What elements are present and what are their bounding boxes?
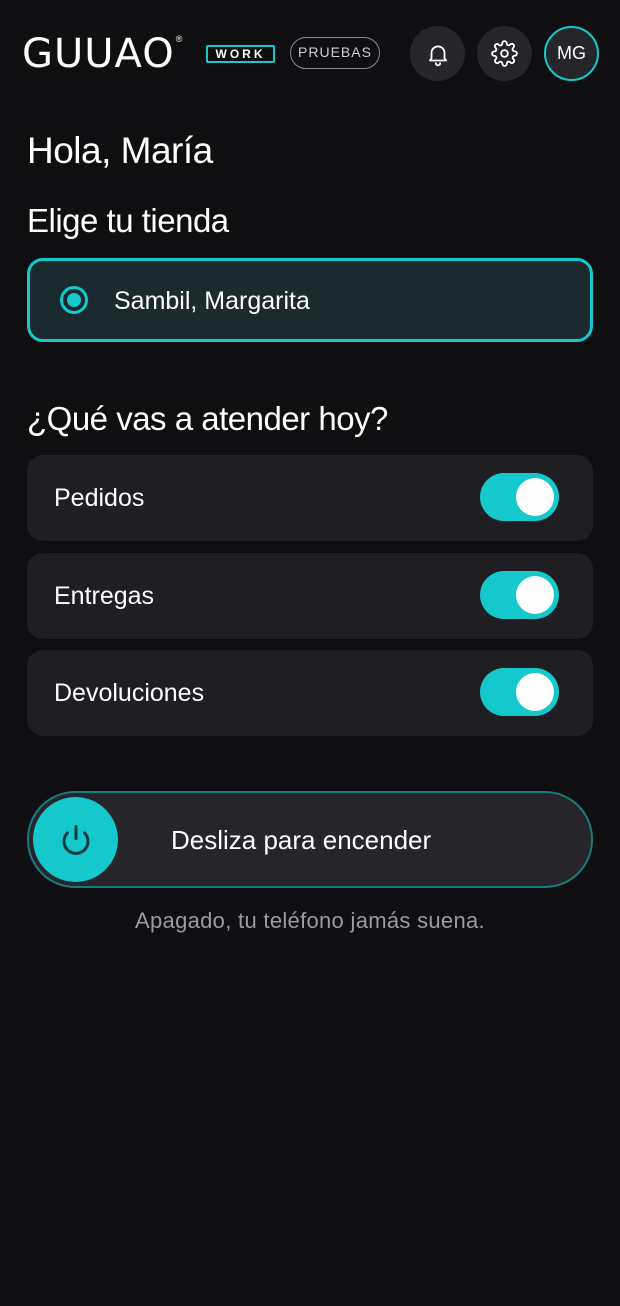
registered-mark: ®: [175, 34, 183, 44]
app-screen: GUUAO ® WORK PRUEBAS MG Hola, María Elig…: [0, 0, 620, 1306]
toggle-label: Pedidos: [54, 484, 145, 512]
power-status-hint: Apagado, tu teléfono jamás suena.: [135, 908, 485, 933]
toggle-label: Entregas: [54, 582, 155, 610]
store-name: Sambil, Margarita: [114, 287, 310, 315]
store-option-selected[interactable]: Sambil, Margarita: [27, 258, 593, 342]
settings-button[interactable]: [477, 26, 532, 81]
work-badge: WORK: [206, 45, 275, 63]
bell-icon: [428, 45, 447, 66]
pedidos-toggle[interactable]: [480, 473, 559, 521]
toggle-row-pedidos: Pedidos: [27, 455, 593, 541]
entregas-toggle[interactable]: [480, 571, 559, 619]
toggle-knob: [516, 478, 554, 516]
toggle-knob: [516, 576, 554, 614]
store-radio[interactable]: [60, 286, 88, 314]
radio-selected-dot: [67, 293, 81, 307]
brand-wordmark: GUUAO: [22, 31, 175, 77]
slide-to-power-handle[interactable]: [33, 797, 118, 882]
toggle-knob: [516, 673, 554, 711]
greeting-title: Hola, María: [27, 130, 213, 171]
user-avatar[interactable]: MG: [544, 26, 599, 81]
power-icon: [62, 824, 89, 855]
store-section-title: Elige tu tienda: [27, 202, 229, 239]
slide-to-power-label: Desliza para encender: [171, 825, 432, 855]
attend-section-title: ¿Qué vas a atender hoy?: [27, 400, 388, 437]
toggle-row-entregas: Entregas: [27, 553, 593, 639]
toggle-row-devoluciones: Devoluciones: [27, 650, 593, 736]
devoluciones-toggle[interactable]: [480, 668, 559, 716]
notifications-button[interactable]: [410, 26, 465, 81]
slide-to-power-track[interactable]: Desliza para encender: [27, 791, 593, 888]
environment-pill: PRUEBAS: [290, 37, 380, 69]
toggle-label: Devoluciones: [54, 679, 205, 707]
gear-icon: [491, 40, 518, 67]
brand-logo: GUUAO ®: [22, 34, 182, 74]
top-bar: GUUAO ® WORK PRUEBAS MG: [0, 0, 620, 106]
